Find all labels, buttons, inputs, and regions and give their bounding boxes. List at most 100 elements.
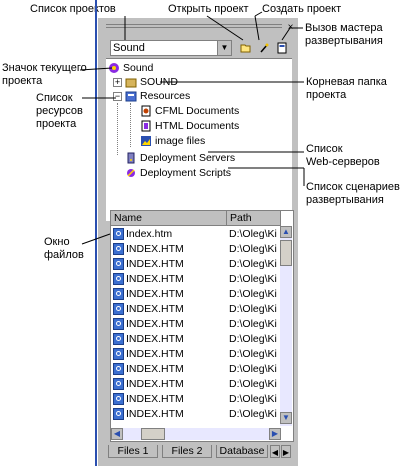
file-path: D:\Oleg\Ki <box>229 333 277 345</box>
chevron-down-icon[interactable]: ▼ <box>217 41 231 55</box>
tab-scroll-right-icon[interactable]: ▶ <box>281 445 291 458</box>
table-row[interactable]: INDEX.HTM <box>113 317 184 332</box>
tree-item-images[interactable]: image files <box>140 134 205 148</box>
column-header-path[interactable]: Path <box>227 211 281 226</box>
table-row[interactable]: INDEX.HTM <box>113 377 184 392</box>
deploy-wizard-icon <box>277 42 287 54</box>
collapse-resources-toggle[interactable]: − <box>113 92 122 101</box>
html-file-icon <box>113 228 124 241</box>
tab-files-1[interactable]: Files 1 <box>108 445 158 458</box>
tree-connector <box>130 103 132 147</box>
html-file-icon <box>113 258 124 271</box>
html-file-icon <box>113 378 124 391</box>
close-panel-button[interactable]: × <box>286 23 295 33</box>
file-path: D:\Oleg\Ki <box>229 408 277 420</box>
tree-item-root[interactable]: Sound <box>108 61 153 75</box>
table-row[interactable]: INDEX.HTM <box>113 272 184 287</box>
project-combo-value: Sound <box>113 42 145 54</box>
deploy-wizard-button[interactable] <box>274 40 290 56</box>
files-hscrollbar[interactable]: ◀ ▶ <box>111 428 281 440</box>
tree-label-scripts: Deployment Scripts <box>140 167 232 179</box>
table-row[interactable]: INDEX.HTM <box>113 302 184 317</box>
callout-deploy-wizard: Вызов мастера развертывания <box>305 22 383 47</box>
file-name: Index.htm <box>126 228 173 240</box>
file-name: INDEX.HTM <box>126 378 184 390</box>
scroll-up-icon[interactable]: ▲ <box>280 226 292 238</box>
tree-connector <box>117 103 119 155</box>
table-row[interactable]: INDEX.HTM <box>113 332 184 347</box>
file-name: INDEX.HTM <box>126 348 184 360</box>
tree-label-servers: Deployment Servers <box>140 152 236 164</box>
expand-folder-toggle[interactable]: + <box>113 78 122 87</box>
tree-label-root: Sound <box>123 62 154 74</box>
file-name: INDEX.HTM <box>126 363 184 375</box>
file-name: INDEX.HTM <box>126 258 184 270</box>
script-icon <box>127 169 135 178</box>
tree-item-resources[interactable]: Resources <box>125 89 190 103</box>
file-path: D:\Oleg\Ki <box>229 318 277 330</box>
file-path: D:\Oleg\Ki <box>229 273 277 285</box>
create-project-button[interactable] <box>256 40 272 56</box>
tree-item-servers[interactable]: Deployment Servers <box>125 151 235 165</box>
file-name: INDEX.HTM <box>126 243 184 255</box>
file-path: D:\Oleg\Ki <box>229 228 277 240</box>
cfml-document-icon <box>141 105 151 117</box>
file-name: INDEX.HTM <box>126 288 184 300</box>
open-project-button[interactable] <box>238 40 254 56</box>
hscroll-thumb[interactable] <box>141 428 165 440</box>
html-document-icon <box>141 120 151 132</box>
file-path: D:\Oleg\Ki <box>229 258 277 270</box>
column-header-name[interactable]: Name <box>111 211 227 226</box>
callout-scripts-list: Список сценариев развертывания <box>306 181 400 206</box>
html-file-icon <box>113 303 124 316</box>
tree-item-folder[interactable]: SOUND <box>125 75 178 89</box>
resources-icon <box>125 91 137 102</box>
callout-open-project: Открыть проект <box>168 3 249 15</box>
table-row[interactable]: INDEX.HTM <box>113 242 184 257</box>
tree-label-resources: Resources <box>140 90 191 102</box>
vscroll-thumb[interactable] <box>280 240 292 266</box>
file-path: D:\Oleg\Ki <box>229 348 277 360</box>
file-path: D:\Oleg\Ki <box>229 363 277 375</box>
tree-item-html[interactable]: HTML Documents <box>140 119 239 133</box>
files-window: Name Path Index.htm D:\Oleg\Ki INDEX.HTM D:… <box>110 210 294 442</box>
html-file-icon <box>113 348 124 361</box>
html-file-icon <box>113 333 124 346</box>
callout-project-list: Список проектов <box>30 3 116 15</box>
project-panel: × Sound ▼ Sound + SOUND − Resources CFML… <box>98 18 298 466</box>
table-row[interactable]: INDEX.HTM <box>113 392 184 407</box>
callout-current-project-icon: Значок текущего проекта <box>2 62 87 87</box>
image-file-icon <box>141 136 151 147</box>
panel-grip <box>106 24 282 25</box>
callout-create-project: Создать проект <box>262 3 342 15</box>
table-row[interactable]: INDEX.HTM <box>113 257 184 272</box>
table-row[interactable]: Index.htm <box>113 227 172 242</box>
scroll-right-icon[interactable]: ▶ <box>269 428 281 440</box>
table-row[interactable]: INDEX.HTM <box>113 287 184 302</box>
project-icon <box>109 63 119 74</box>
tree-item-scripts[interactable]: Deployment Scripts <box>125 166 231 180</box>
panel-grip <box>106 27 282 28</box>
html-file-icon <box>113 363 124 376</box>
html-file-icon <box>113 408 124 421</box>
file-path: D:\Oleg\Ki <box>229 243 277 255</box>
file-path: D:\Oleg\Ki <box>229 303 277 315</box>
tab-database[interactable]: Database <box>216 445 268 458</box>
callout-root-folder: Корневая папка проекта <box>306 76 387 101</box>
folder-icon <box>125 78 137 88</box>
project-tree: Sound + SOUND − Resources CFML Documents… <box>106 58 292 221</box>
table-row[interactable]: INDEX.HTM <box>113 407 184 422</box>
tab-scroll-left-icon[interactable]: ◀ <box>270 445 280 458</box>
table-row[interactable]: INDEX.HTM <box>113 362 184 377</box>
project-combo[interactable]: Sound ▼ <box>110 40 232 56</box>
file-name: INDEX.HTM <box>126 318 184 330</box>
files-vscrollbar[interactable]: ▲ ▼ <box>280 226 292 426</box>
folder-open-icon <box>240 44 251 53</box>
scroll-left-icon[interactable]: ◀ <box>111 428 123 440</box>
scroll-down-icon[interactable]: ▼ <box>280 412 292 424</box>
tab-files-2[interactable]: Files 2 <box>162 445 212 458</box>
file-path: D:\Oleg\Ki <box>229 393 277 405</box>
tree-item-cfml[interactable]: CFML Documents <box>140 104 239 118</box>
table-row[interactable]: INDEX.HTM <box>113 347 184 362</box>
files-tabs: Files 1 Files 2 Database ◀ ▶ <box>108 445 298 459</box>
